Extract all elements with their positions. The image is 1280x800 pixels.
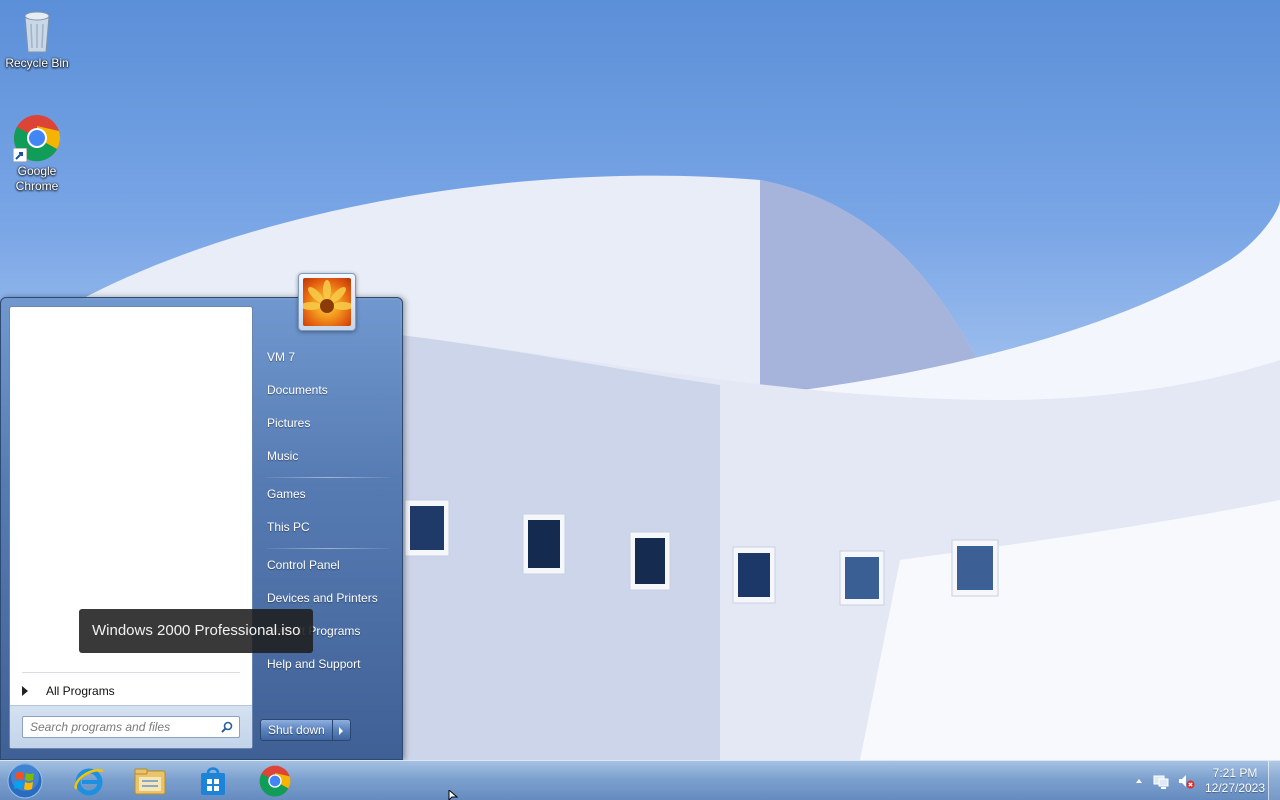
taskbar-chrome[interactable] (248, 762, 302, 800)
triangle-right-icon (22, 686, 28, 696)
mouse-cursor-icon (448, 790, 459, 800)
system-tray: 7:21 PM 12/27/2023 (1133, 761, 1280, 800)
divider (266, 548, 390, 549)
menu-item-this-pc[interactable]: This PC (254, 513, 402, 546)
divider (266, 477, 390, 478)
internet-explorer-icon (74, 768, 104, 796)
shutdown-button[interactable]: Shut down (260, 719, 333, 741)
windows-logo-icon (7, 763, 43, 799)
volume-muted-icon[interactable] (1177, 772, 1195, 790)
all-programs-button[interactable]: All Programs (16, 679, 248, 703)
menu-item-music[interactable]: Music (254, 442, 402, 475)
user-picture[interactable] (298, 273, 356, 331)
all-programs-label: All Programs (46, 684, 115, 698)
start-button[interactable] (5, 763, 45, 799)
menu-item-control-panel[interactable]: Control Panel (254, 551, 402, 584)
menu-item-help-support[interactable]: Help and Support (254, 650, 402, 683)
file-explorer-icon (134, 768, 166, 795)
taskbar-store[interactable] (186, 762, 240, 800)
shortcut-arrow-icon (13, 148, 27, 162)
menu-item-games[interactable]: Games (254, 480, 402, 513)
search-placeholder: Search programs and files (30, 720, 171, 734)
menu-item-documents[interactable]: Documents (254, 376, 402, 409)
recycle-bin-shortcut[interactable]: Recycle Bin (0, 6, 74, 71)
recycle-bin-icon (13, 6, 61, 54)
chrome-icon (259, 765, 291, 797)
search-area: Search programs and files (10, 705, 252, 748)
menu-item-user-folder[interactable]: VM 7 (254, 343, 402, 376)
chevron-right-icon (338, 727, 343, 735)
chrome-icon (13, 114, 61, 162)
tooltip: Windows 2000 Professional.iso (79, 609, 314, 653)
show-hidden-icons-button[interactable] (1133, 772, 1145, 790)
chrome-shortcut[interactable]: Google Chrome (0, 114, 74, 194)
shutdown-control: Shut down (260, 719, 351, 741)
clock-date: 12/27/2023 (1204, 781, 1266, 795)
taskbar-file-explorer[interactable] (123, 762, 177, 800)
chrome-label: Google Chrome (15, 164, 59, 193)
menu-item-pictures[interactable]: Pictures (254, 409, 402, 442)
search-input[interactable]: Search programs and files (22, 716, 240, 738)
clock-time: 7:21 PM (1212, 766, 1258, 780)
show-desktop-button[interactable] (1268, 761, 1280, 800)
clock[interactable]: 7:21 PM 12/27/2023 (1202, 766, 1268, 796)
start-menu: All Programs Search programs and files V… (0, 297, 403, 760)
start-menu-left-pane: All Programs Search programs and files (9, 306, 253, 749)
chevron-up-icon (1136, 779, 1142, 783)
recycle-bin-label: Recycle Bin (5, 56, 69, 70)
store-icon (201, 767, 225, 795)
taskbar: 7:21 PM 12/27/2023 (0, 760, 1280, 800)
taskbar-internet-explorer[interactable] (62, 762, 116, 800)
divider (22, 672, 240, 673)
flower-user-picture (303, 278, 351, 326)
network-icon[interactable] (1152, 772, 1170, 790)
shutdown-options-button[interactable] (332, 719, 351, 741)
search-icon (221, 721, 233, 733)
